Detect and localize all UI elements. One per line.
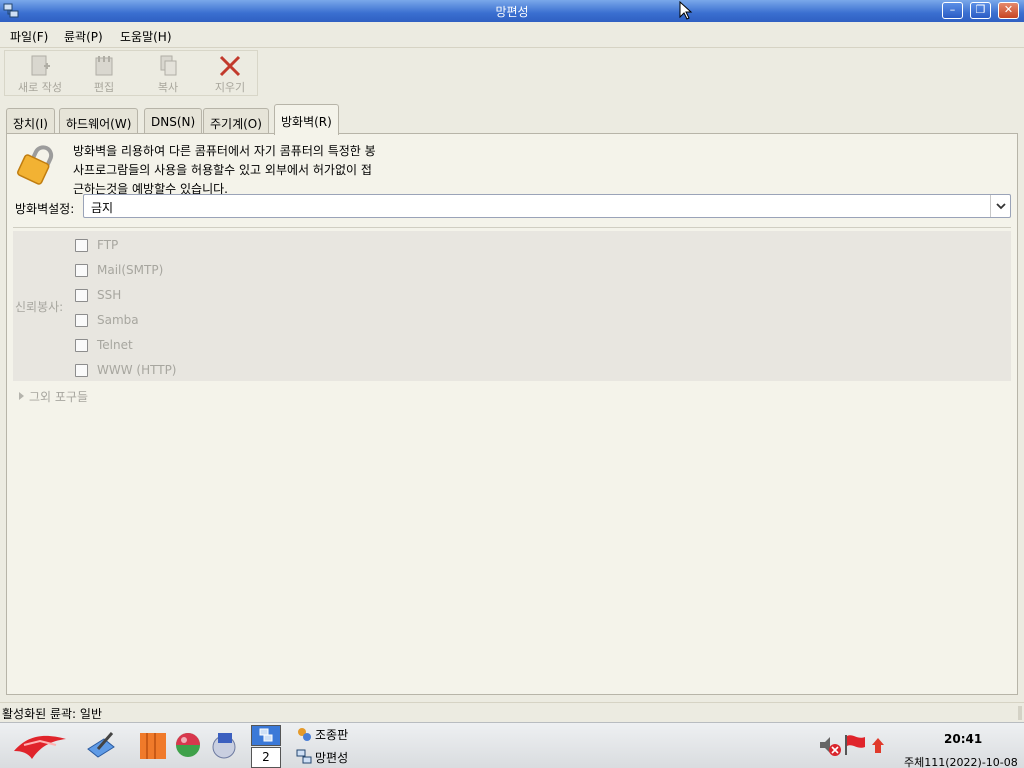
service-label: Telnet bbox=[97, 338, 133, 352]
new-label: 새로 작성 bbox=[18, 81, 62, 94]
chevron-down-icon bbox=[996, 203, 1006, 210]
office-icon[interactable] bbox=[138, 729, 168, 761]
minimize-button[interactable]: – bbox=[942, 2, 963, 19]
menu-bar: 파일(F) 륜곽(P) 도움말(H) bbox=[0, 22, 1024, 48]
service-checkbox[interactable] bbox=[75, 239, 88, 252]
tab-firewall[interactable]: 방화벽(R) bbox=[274, 104, 339, 135]
task-label: 망편성 bbox=[315, 751, 349, 765]
firewall-setting-select[interactable]: 금지 bbox=[83, 194, 1011, 218]
service-label: SSH bbox=[97, 288, 122, 302]
text-editor-icon[interactable] bbox=[84, 729, 118, 761]
media-player-icon[interactable] bbox=[210, 729, 238, 761]
tab-dns[interactable]: DNS(N) bbox=[144, 108, 203, 134]
taskbar: 2 조종판 망편성 20:41 주체111(2022)-10-08 bbox=[0, 722, 1024, 768]
menu-file[interactable]: 파일(F) bbox=[10, 28, 48, 45]
start-menu-icon[interactable] bbox=[10, 729, 70, 763]
date: 주체111(2022)-10-08 bbox=[904, 756, 1018, 768]
description-line: 방화벽을 리용하여 다른 콤퓨터에서 자기 콤퓨터의 특정한 봉 bbox=[73, 144, 376, 158]
volume-muted-icon[interactable] bbox=[818, 735, 842, 757]
copy-icon bbox=[160, 55, 177, 76]
service-label: WWW (HTTP) bbox=[97, 363, 177, 377]
service-checkbox[interactable] bbox=[75, 364, 88, 377]
delete-icon bbox=[219, 55, 241, 77]
mouse-cursor-icon bbox=[679, 1, 693, 20]
workspace-1[interactable] bbox=[251, 725, 281, 746]
firewall-panel: 방화벽을 리용하여 다른 콤퓨터에서 자기 콤퓨터의 특정한 봉 사프로그람들의… bbox=[6, 133, 1018, 695]
copy-button[interactable]: 복사 bbox=[137, 51, 199, 95]
new-button[interactable]: 새로 작성 bbox=[9, 51, 71, 95]
service-checkbox[interactable] bbox=[75, 314, 88, 327]
task-control-panel[interactable]: 조종판 bbox=[296, 726, 348, 743]
service-checkbox[interactable] bbox=[75, 339, 88, 352]
status-bar: 활성화된 륜곽: 일반 bbox=[0, 702, 1024, 722]
title-bar: 망편성 – ❐ ✕ bbox=[0, 0, 1024, 22]
tab-devices[interactable]: 장치(I) bbox=[6, 108, 55, 134]
other-ports-expander[interactable]: 그외 포구들 bbox=[19, 388, 88, 405]
workspace-window-icon bbox=[259, 728, 273, 742]
workspace-2[interactable]: 2 bbox=[251, 747, 281, 768]
control-panel-icon bbox=[298, 728, 311, 741]
delete-button[interactable]: 지우기 bbox=[199, 51, 261, 95]
separator bbox=[13, 227, 1011, 228]
dropdown-arrow[interactable] bbox=[990, 195, 1010, 217]
service-label: Mail(SMTP) bbox=[97, 263, 164, 277]
expander-arrow-icon bbox=[19, 392, 24, 400]
task-label: 조종판 bbox=[315, 728, 349, 742]
edit-label: 편집 bbox=[93, 81, 115, 94]
flag-icon[interactable] bbox=[843, 733, 867, 757]
edit-button[interactable]: 편집 bbox=[73, 51, 135, 95]
task-network-config[interactable]: 망편성 bbox=[296, 749, 348, 766]
tab-hosts[interactable]: 주기계(O) bbox=[203, 108, 269, 134]
service-checkbox[interactable] bbox=[75, 289, 88, 302]
service-label: Samba bbox=[97, 313, 139, 327]
firewall-setting-value: 금지 bbox=[91, 201, 114, 215]
edit-icon bbox=[95, 56, 113, 76]
web-browser-icon[interactable] bbox=[174, 731, 202, 759]
description-line: 사프로그람들의 사용을 허용할수 있고 외부에서 허가없이 접 bbox=[73, 163, 372, 177]
tab-hardware[interactable]: 하드웨어(W) bbox=[59, 108, 139, 134]
close-button[interactable]: ✕ bbox=[998, 2, 1019, 19]
other-ports-label: 그외 포구들 bbox=[29, 390, 89, 404]
network-app-icon bbox=[296, 749, 312, 764]
clock[interactable]: 20:41 bbox=[944, 732, 982, 746]
resize-grip[interactable] bbox=[1018, 706, 1022, 720]
maximize-button[interactable]: ❐ bbox=[970, 2, 991, 19]
delete-label: 지우기 bbox=[214, 81, 246, 94]
notification-icon[interactable] bbox=[871, 737, 885, 755]
status-text: 활성화된 륜곽: 일반 bbox=[2, 707, 102, 721]
menu-profile[interactable]: 륜곽(P) bbox=[64, 28, 103, 45]
toolbar: 새로 작성 편집 복사 지우기 bbox=[4, 50, 258, 96]
menu-help[interactable]: 도움말(H) bbox=[120, 28, 172, 45]
window-title: 망편성 bbox=[495, 5, 529, 19]
trusted-services-label: 신뢰봉사: bbox=[15, 300, 64, 314]
trusted-services-group: 신뢰봉사: FTP Mail(SMTP) SSH Samba Telnet WW… bbox=[13, 231, 1011, 381]
service-checkbox[interactable] bbox=[75, 264, 88, 277]
lock-icon bbox=[17, 145, 54, 185]
copy-label: 복사 bbox=[157, 81, 179, 94]
new-document-icon bbox=[31, 55, 50, 76]
firewall-description: 방화벽을 리용하여 다른 콤퓨터에서 자기 콤퓨터의 특정한 봉 사프로그람들의… bbox=[73, 142, 493, 199]
service-label: FTP bbox=[97, 238, 119, 252]
firewall-setting-label: 방화벽설정: bbox=[15, 202, 75, 216]
